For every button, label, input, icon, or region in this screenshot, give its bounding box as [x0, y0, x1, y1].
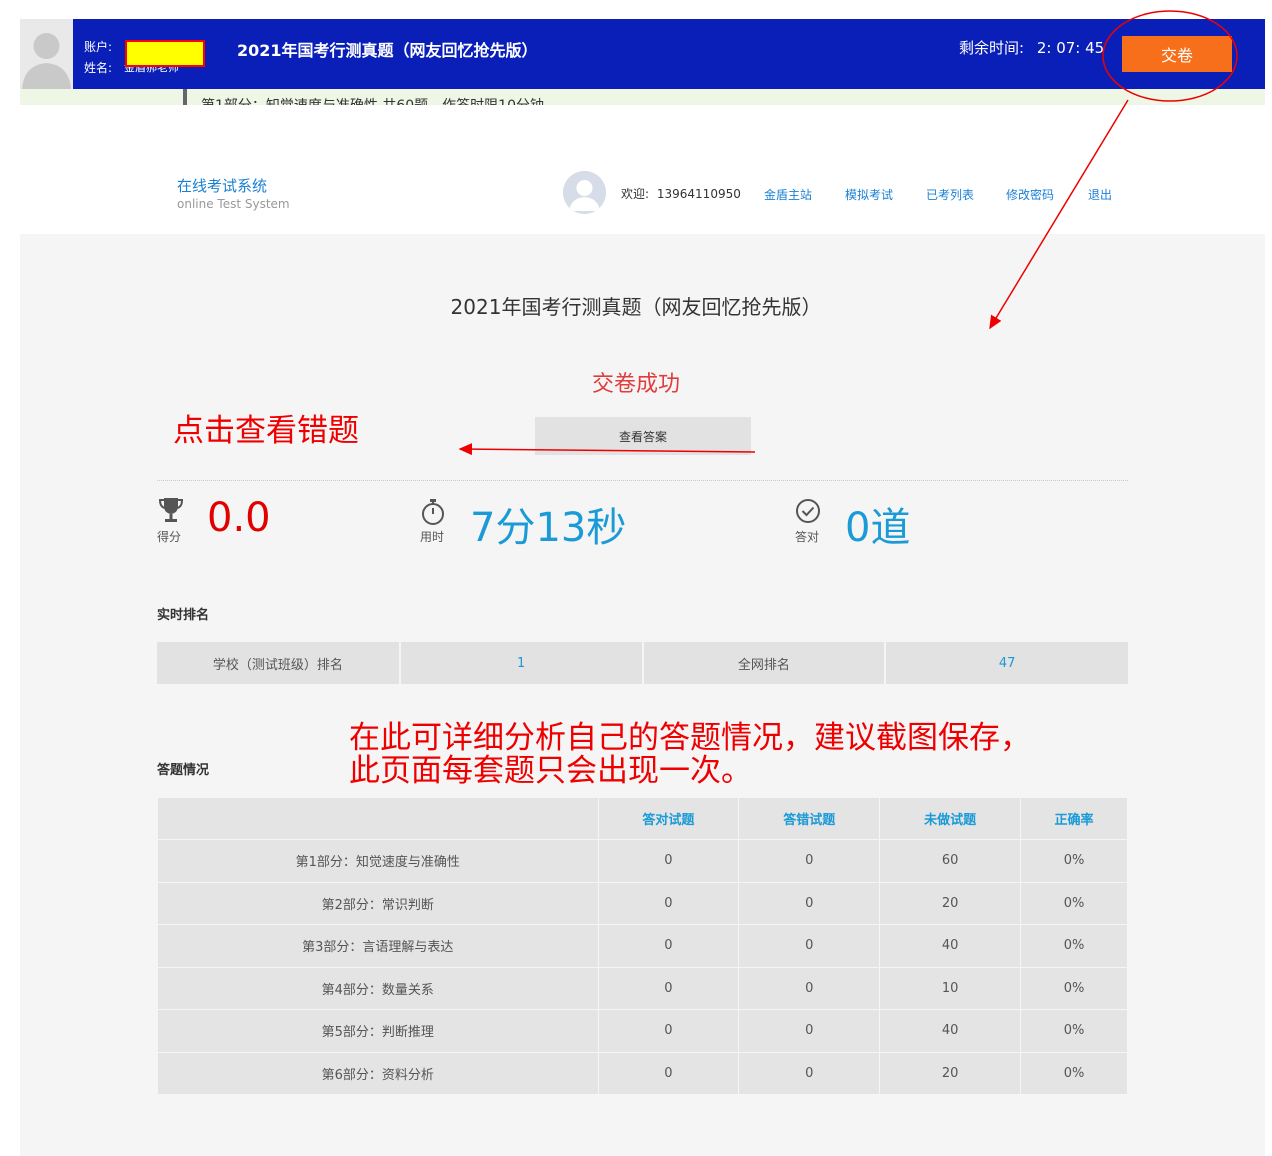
wrong-count: 0: [738, 924, 881, 968]
welcome-text: 欢迎: 13964110950: [621, 185, 741, 202]
section-strip: 第1部分：知觉速度与准确性 共60题，作答时限10分钟: [20, 89, 1265, 105]
nav-logout[interactable]: 退出: [1088, 186, 1112, 203]
analysis-annotation-line2: 此页面每套题只会出现一次。: [349, 753, 752, 789]
user-avatar[interactable]: [563, 171, 606, 214]
global-rank-value: 47: [884, 642, 1128, 684]
wrong-count: 0: [738, 881, 881, 925]
table-row: 第3部分：言语理解与表达 0 0 40 0%: [157, 924, 1128, 968]
header-accuracy: 正确率: [1020, 797, 1128, 840]
accuracy: 0%: [1020, 1009, 1128, 1053]
table-row: 第2部分：常识判断 0 0 20 0%: [157, 881, 1128, 925]
header-section: [157, 797, 599, 840]
nav-change-password[interactable]: 修改密码: [1006, 186, 1054, 203]
site-brand[interactable]: 在线考试系统: [177, 175, 267, 196]
account-redaction-mask: [125, 40, 205, 67]
score-label: 得分: [157, 530, 182, 544]
click-note-annotation: 点击查看错题: [173, 413, 359, 449]
school-rank-value: 1: [398, 642, 643, 684]
accuracy: 0%: [1020, 924, 1128, 968]
account-label: 账户:: [84, 40, 113, 54]
welcome-user: 13964110950: [656, 187, 741, 201]
correct-count: 0: [597, 1051, 740, 1095]
result-exam-title: 2021年国考行测真题（网友回忆抢先版）: [450, 295, 822, 319]
remaining-time: 剩余时间: 2: 07: 45: [959, 37, 1104, 58]
nav-mock-exam[interactable]: 模拟考试: [845, 186, 893, 203]
exam-title: 2021年国考行测真题（网友回忆抢先版）: [237, 41, 538, 60]
section-strip-text: 第1部分：知觉速度与准确性 共60题，作答时限10分钟: [201, 95, 544, 105]
section-strip-marker: [183, 89, 187, 105]
section-name: 第4部分：数量关系: [157, 966, 599, 1010]
table-row: 学校（测试班级）排名 1 全网排名 47: [157, 642, 1128, 684]
section-name: 第6部分：资料分析: [157, 1051, 599, 1095]
welcome-label: 欢迎:: [621, 187, 650, 201]
table-row: 第1部分：知觉速度与准确性 0 0 60 0%: [157, 839, 1128, 883]
correct-count: 0: [597, 924, 740, 968]
answers-table: 答对试题 答错试题 未做试题 正确率 第1部分：知觉速度与准确性 0 0 60 …: [157, 797, 1128, 1095]
wrong-count: 0: [738, 1009, 881, 1053]
ranking-table: 学校（测试班级）排名 1 全网排名 47: [157, 642, 1128, 684]
score-value: 0.0: [207, 495, 271, 541]
exam-top-bar: 账户: 姓名: 金盾郝老师 2021年国考行测真题（网友回忆抢先版） 剩余时间:…: [20, 19, 1265, 89]
trophy-icon: [158, 498, 184, 522]
wrong-count: 0: [738, 966, 881, 1010]
table-header-row: 答对试题 答错试题 未做试题 正确率: [157, 797, 1128, 840]
wrong-count: 0: [738, 839, 881, 883]
analysis-annotation-line1: 在此可详细分析自己的答题情况，建议截图保存，: [349, 720, 1031, 756]
nav-main-site[interactable]: 金盾主站: [764, 186, 812, 203]
table-row: 第6部分：资料分析 0 0 20 0%: [157, 1051, 1128, 1095]
divider: [157, 480, 1128, 481]
school-rank-label: 学校（测试班级）排名: [157, 642, 400, 684]
stopwatch-icon: [422, 499, 444, 525]
unanswered-count: 40: [879, 1009, 1022, 1053]
nav-exam-list[interactable]: 已考列表: [926, 186, 974, 203]
answers-section-title: 答题情况: [157, 763, 210, 778]
user-silhouette-icon: [20, 19, 73, 89]
submit-exam-button[interactable]: 交卷: [1122, 36, 1232, 72]
ranking-section-title: 实时排名: [157, 608, 210, 623]
unanswered-count: 60: [879, 839, 1022, 883]
time-label: 用时: [420, 530, 445, 544]
unanswered-count: 20: [879, 881, 1022, 925]
accuracy: 0%: [1020, 1051, 1128, 1095]
user-silhouette-icon: [563, 171, 606, 214]
section-name: 第3部分：言语理解与表达: [157, 924, 599, 968]
accuracy: 0%: [1020, 966, 1128, 1010]
header-correct: 答对试题: [597, 797, 740, 840]
view-answers-button[interactable]: 查看答案: [535, 417, 751, 455]
remaining-time-label: 剩余时间:: [959, 39, 1025, 57]
correct-label: 答对: [795, 530, 820, 544]
correct-value: 0道: [845, 505, 911, 551]
avatar: [20, 19, 73, 89]
header-wrong: 答错试题: [738, 797, 881, 840]
correct-count: 0: [597, 839, 740, 883]
correct-count: 0: [597, 881, 740, 925]
name-label: 姓名:: [84, 61, 113, 75]
section-name: 第5部分：判断推理: [157, 1009, 599, 1053]
section-name: 第1部分：知觉速度与准确性: [157, 839, 599, 883]
accuracy: 0%: [1020, 881, 1128, 925]
check-circle-icon: [796, 499, 820, 523]
accuracy: 0%: [1020, 839, 1128, 883]
correct-count: 0: [597, 966, 740, 1010]
section-name: 第2部分：常识判断: [157, 881, 599, 925]
unanswered-count: 40: [879, 924, 1022, 968]
unanswered-count: 10: [879, 966, 1022, 1010]
header-unanswered: 未做试题: [879, 797, 1022, 840]
analysis-annotation: 在此可详细分析自己的答题情况，建议截图保存， 此页面每套题只会出现一次。: [349, 722, 1031, 788]
table-row: 第5部分：判断推理 0 0 40 0%: [157, 1009, 1128, 1053]
table-row: 第4部分：数量关系 0 0 10 0%: [157, 966, 1128, 1010]
unanswered-count: 20: [879, 1051, 1022, 1095]
submit-success-text: 交卷成功: [591, 372, 680, 397]
global-rank-label: 全网排名: [641, 642, 886, 684]
wrong-count: 0: [738, 1051, 881, 1095]
remaining-time-value: 2: 07: 45: [1036, 39, 1105, 57]
correct-count: 0: [597, 1009, 740, 1053]
site-brand-subtitle: online Test System: [177, 197, 290, 211]
time-value: 7分13秒: [470, 505, 627, 551]
